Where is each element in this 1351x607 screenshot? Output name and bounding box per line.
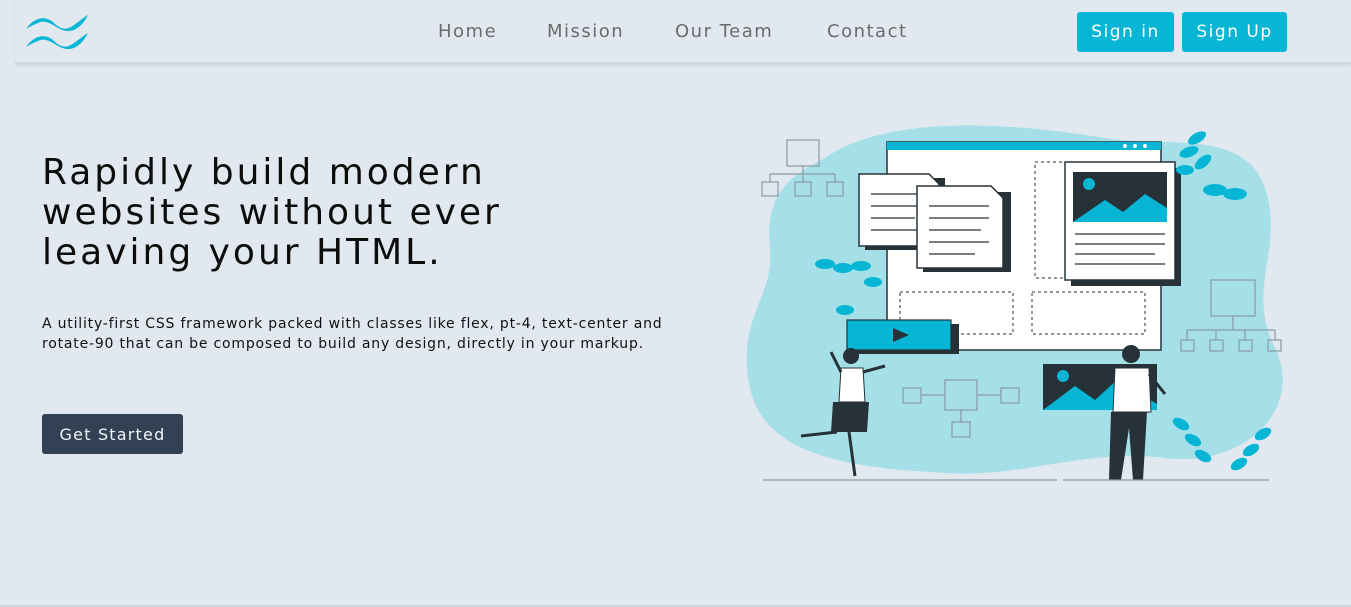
nav-mission[interactable]: Mission — [547, 21, 624, 42]
nav-contact[interactable]: Contact — [827, 21, 908, 42]
sign-in-button[interactable]: Sign in — [1077, 12, 1174, 52]
nav-our-team[interactable]: Our Team — [675, 21, 773, 42]
get-started-button[interactable]: Get Started — [42, 414, 183, 454]
logo-icon[interactable] — [24, 13, 90, 53]
navbar: Home Mission Our Team Contact Sign in Si… — [15, 0, 1351, 64]
hero-title: Rapidly build modern websites without ev… — [42, 152, 502, 273]
nav-home[interactable]: Home — [438, 21, 497, 42]
image-card-icon — [1064, 161, 1181, 286]
hero-description: A utility-first CSS framework packed wit… — [42, 316, 663, 352]
hero-illustration — [746, 125, 1283, 481]
video-player-icon — [846, 319, 959, 354]
sign-up-button[interactable]: Sign Up — [1182, 12, 1287, 52]
